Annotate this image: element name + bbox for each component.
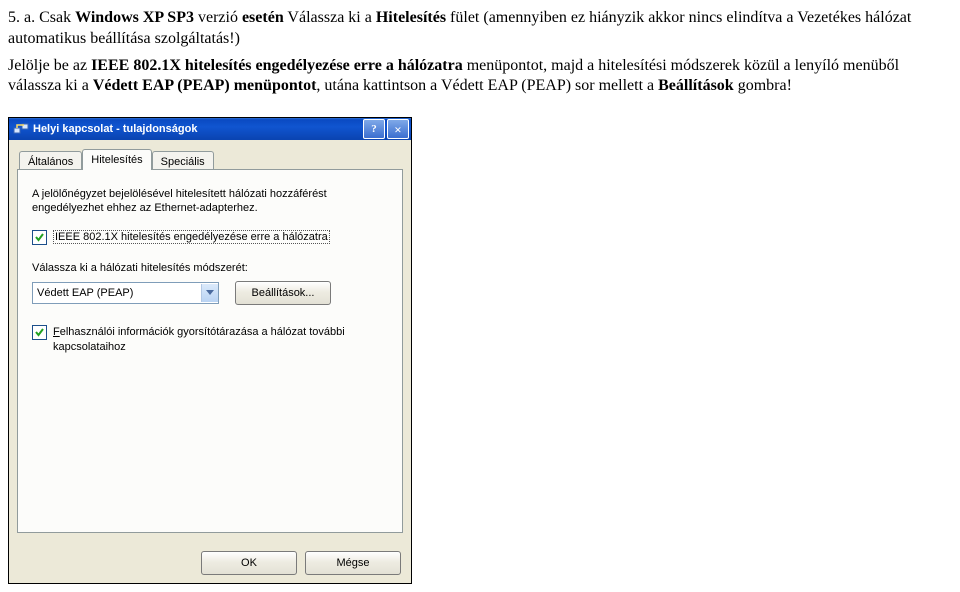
ok-button[interactable]: OK	[201, 551, 297, 575]
network-icon	[13, 121, 29, 137]
cache-credentials-checkbox[interactable]	[32, 325, 47, 340]
auth-description: A jelölőnégyzet bejelölésével hitelesíte…	[32, 188, 388, 216]
cancel-button[interactable]: Mégse	[305, 551, 401, 575]
method-label: Válassza ki a hálózati hitelesítés módsz…	[32, 261, 388, 275]
auth-method-dropdown[interactable]: Védett EAP (PEAP)	[32, 282, 219, 304]
enable-8021x-label: IEEE 802.1X hitelesítés engedélyezése er…	[53, 230, 388, 244]
close-button[interactable]: ×	[387, 119, 409, 139]
check-icon	[34, 327, 45, 338]
tab-bar: Általános Hitelesítés Speciális	[19, 149, 403, 170]
step-number: 5. a.	[8, 9, 35, 26]
cache-credentials-row: Felhasználói információk gyorsítótárazás…	[32, 325, 388, 354]
dialog-button-bar: OK Mégse	[9, 543, 411, 583]
window-title: Helyi kapcsolat - tulajdonságok	[33, 122, 361, 136]
tab-authentication[interactable]: Hitelesítés	[82, 149, 151, 170]
auth-method-value: Védett EAP (PEAP)	[33, 286, 201, 300]
properties-dialog: Helyi kapcsolat - tulajdonságok ? × Álta…	[8, 117, 412, 584]
instruction-paragraph-2: Jelölje be az IEEE 802.1X hitelesítés en…	[8, 56, 952, 98]
check-icon	[34, 232, 45, 243]
help-button[interactable]: ?	[363, 119, 385, 139]
tab-panel-authentication: A jelölőnégyzet bejelölésével hitelesíte…	[17, 169, 403, 533]
enable-8021x-row: IEEE 802.1X hitelesítés engedélyezése er…	[32, 230, 388, 245]
cache-credentials-label: Felhasználói információk gyorsítótárazás…	[53, 325, 388, 354]
instruction-paragraph: 5. a. Csak Windows XP SP3 verzió esetén …	[8, 8, 952, 50]
settings-button[interactable]: Beállítások...	[235, 281, 331, 305]
chevron-down-icon	[201, 284, 218, 302]
enable-8021x-checkbox[interactable]	[32, 230, 47, 245]
titlebar[interactable]: Helyi kapcsolat - tulajdonságok ? ×	[9, 118, 411, 140]
